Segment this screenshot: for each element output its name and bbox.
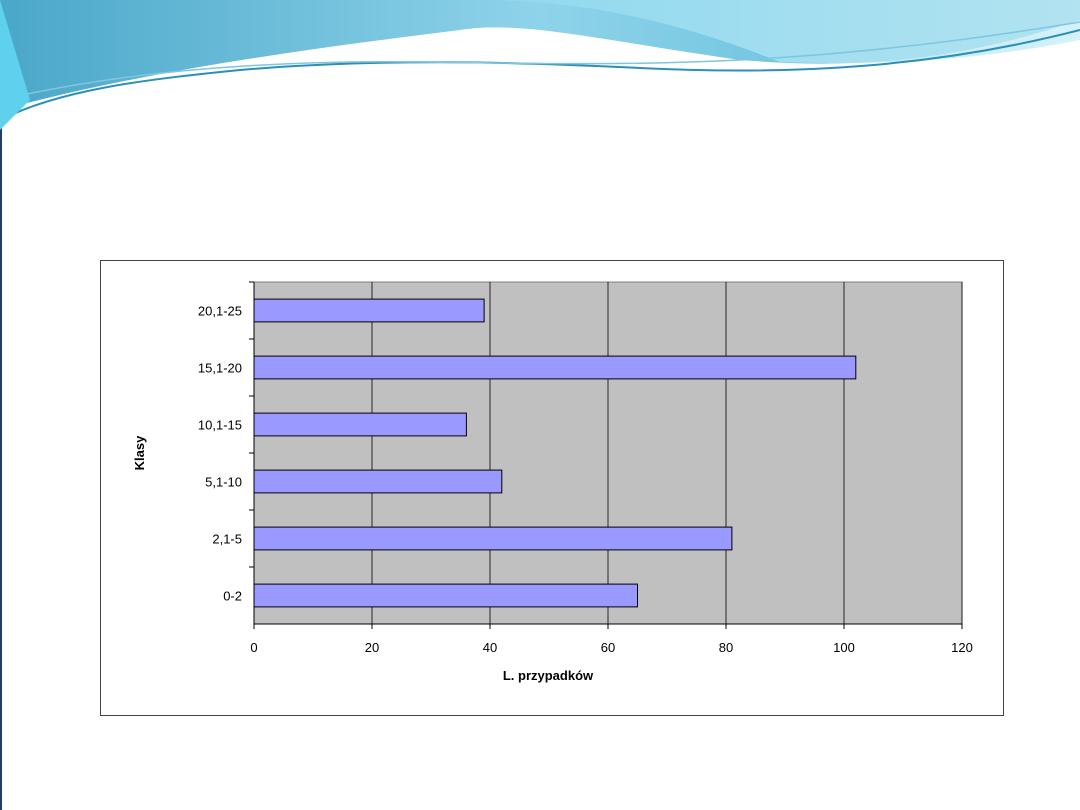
- y-tick-labels: 0-2 2,1-5 5,1-10 10,1-15 15,1-20 20,1-25: [198, 281, 254, 604]
- y-tick-label: 5,1-10: [205, 475, 242, 490]
- x-tick-label: 100: [833, 640, 855, 655]
- x-tick-labels: 0 20 40 60 80 100 120: [250, 624, 973, 655]
- x-tick-label: 20: [365, 640, 379, 655]
- x-tick-label: 120: [951, 640, 973, 655]
- y-tick-label: 2,1-5: [212, 532, 242, 547]
- x-axis-title: L. przypadków: [503, 668, 594, 683]
- x-tick-label: 80: [719, 640, 733, 655]
- bar-0-2: [253, 583, 638, 608]
- bar-5,1-10: [253, 469, 503, 494]
- bar-10,1-15: [253, 412, 467, 437]
- y-tick-label: 20,1-25: [198, 304, 242, 319]
- bar-2,1-5: [253, 526, 733, 551]
- x-tick-label: 40: [483, 640, 497, 655]
- bar-15,1-20: [253, 355, 857, 380]
- y-tick-label: 10,1-15: [198, 418, 242, 433]
- header-wave-decoration: [0, 0, 1080, 130]
- y-tick-label: 0-2: [223, 589, 242, 604]
- y-axis-title: Klasy: [132, 435, 147, 470]
- y-tick-label: 15,1-20: [198, 361, 242, 376]
- bar-20,1-25: [253, 298, 485, 323]
- slide: 0 20 40 60 80 100 120 0-2 2,1-5 5,1-10 10,1-15 15,…: [0, 0, 1080, 810]
- x-tick-label: 60: [601, 640, 615, 655]
- bar-chart: 0 20 40 60 80 100 120 0-2 2,1-5 5,1-10 10,1-15 15,…: [132, 281, 973, 683]
- x-tick-label: 0: [250, 640, 257, 655]
